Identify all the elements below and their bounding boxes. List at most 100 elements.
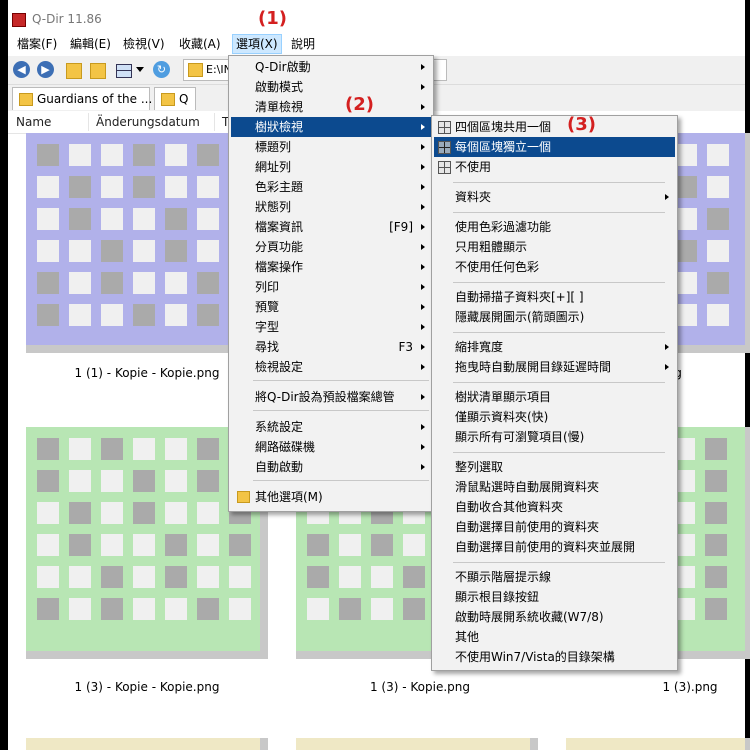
submenu-item-root-button[interactable]: 顯示根目錄按鈕 [434, 587, 675, 607]
thumbnail-cell [707, 240, 729, 262]
menu-item-title-bar[interactable]: 標題列 [231, 137, 431, 157]
submenu-item-color-filter[interactable]: 使用色彩過濾功能 [434, 217, 675, 237]
submenu-item-auto-select-current[interactable]: 自動選擇目前使用的資料夾 [434, 517, 675, 537]
menu-edit[interactable]: 編輯(E) [67, 35, 114, 53]
menu-item-view-settings[interactable]: 檢視設定 [231, 357, 431, 377]
thumbnail-cell [165, 502, 187, 524]
thumbnail-cell [197, 438, 219, 460]
menu-item-list-view[interactable]: 清單檢視 [231, 97, 431, 117]
submenu-item-no-win7-structure[interactable]: 不使用Win7/Vista的目錄架構 [434, 647, 675, 667]
menu-item-find[interactable]: 尋找 F3 [231, 337, 431, 357]
submenu-item-folders[interactable]: 資料夾 [434, 187, 675, 207]
thumbnail-cell [165, 598, 187, 620]
menu-item-font[interactable]: 字型 [231, 317, 431, 337]
submenu-item-folders-only[interactable]: 僅顯示資料夾(快) [434, 407, 675, 427]
file-label[interactable]: 1 (3) - Kopie.png [303, 680, 537, 694]
thumbnail-cell [197, 176, 219, 198]
menu-separator [453, 282, 665, 283]
title-bar: Q-Dir 11.86 [8, 8, 745, 32]
thumbnail-cell [371, 534, 393, 556]
thumbnail-cell [101, 470, 123, 492]
thumbnail-cell [69, 240, 91, 262]
view-mode-icon[interactable] [116, 64, 132, 78]
thumbnail-cell [229, 598, 251, 620]
submenu-item-no-hierarchy-lines[interactable]: 不顯示階層提示線 [434, 567, 675, 587]
thumbnail-cell [403, 534, 425, 556]
column-separator[interactable] [88, 113, 89, 131]
thumbnail-tan-1[interactable] [26, 738, 268, 750]
thumbnail-cell [101, 144, 123, 166]
menu-item-file-info[interactable]: 檔案資訊 [F9] [231, 217, 431, 237]
submenu-item-tree-items[interactable]: 樹狀清單顯示項目 [434, 387, 675, 407]
menu-options[interactable]: 選項(X) [232, 34, 282, 54]
menu-item-startup-mode[interactable]: 啟動模式 [231, 77, 431, 97]
submenu-item-expand-favorites[interactable]: 啟動時展開系統收藏(W7/8) [434, 607, 675, 627]
menu-item-preview[interactable]: 預覽 [231, 297, 431, 317]
submenu-item-auto-select-expand[interactable]: 自動選擇目前使用的資料夾並展開 [434, 537, 675, 557]
menu-item-tab-functions[interactable]: 分頁功能 [231, 237, 431, 257]
tab-guardians[interactable]: Guardians of the ... [12, 87, 152, 110]
thumbnail-cell [101, 502, 123, 524]
column-modified[interactable]: Änderungsdatum [96, 115, 200, 129]
thumbnail-cell [165, 534, 187, 556]
thumbnail-cell [165, 272, 187, 294]
column-separator[interactable] [214, 113, 215, 131]
back-icon[interactable]: ◀ [13, 61, 30, 78]
menu-favorites[interactable]: 收藏(A) [176, 35, 224, 53]
thumbnail-tan-3[interactable] [566, 738, 750, 750]
submenu-item-no-color[interactable]: 不使用任何色彩 [434, 257, 675, 277]
submenu-item-drag-expand-delay[interactable]: 拖曳時自動展開目錄延遲時間 [434, 357, 675, 377]
submenu-item-no-tree[interactable]: 不使用 [434, 157, 675, 177]
thumbnail-cell [37, 534, 59, 556]
file-label[interactable]: 1 (3).png [573, 680, 750, 694]
folder-up-icon[interactable] [66, 63, 82, 79]
submenu-item-scan-subfolders[interactable]: 自動掃描子資料夾[+][ ] [434, 287, 675, 307]
column-name[interactable]: Name [16, 115, 51, 129]
menu-item-color-theme[interactable]: 色彩主題 [231, 177, 431, 197]
thumbnail-cell [705, 534, 727, 556]
menu-item-default-explorer[interactable]: 將Q-Dir設為預設檔案總管 [231, 387, 431, 407]
thumbnail-cell [133, 566, 155, 588]
thumbnail-cell [37, 272, 59, 294]
menu-separator [453, 452, 665, 453]
submenu-item-other[interactable]: 其他 [434, 627, 675, 647]
menu-item-network-drive[interactable]: 網路磁碟機 [231, 437, 431, 457]
menu-item-system-settings[interactable]: 系統設定 [231, 417, 431, 437]
submenu-item-shared-tree[interactable]: 四個區塊共用一個 [434, 117, 675, 137]
menu-item-qdir-startup[interactable]: Q-Dir啟動 [231, 57, 431, 77]
menu-item-status-bar[interactable]: 狀態列 [231, 197, 431, 217]
submenu-item-independent-tree[interactable]: 每個區塊獨立一個 [434, 137, 675, 157]
thumbnail-cell [675, 304, 697, 326]
thumbnail-tan-2[interactable] [296, 738, 538, 750]
submenu-item-indent-width[interactable]: 縮排寬度 [434, 337, 675, 357]
thumbnail-cell [403, 598, 425, 620]
new-folder-icon[interactable] [90, 63, 106, 79]
menu-view[interactable]: 檢視(V) [120, 35, 168, 53]
menu-item-auto-start[interactable]: 自動啟動 [231, 457, 431, 477]
submenu-item-auto-collapse[interactable]: 自動收合其他資料夾 [434, 497, 675, 517]
menu-item-address-bar[interactable]: 網址列 [231, 157, 431, 177]
submenu-item-bold-only[interactable]: 只用粗體顯示 [434, 237, 675, 257]
chevron-down-icon[interactable] [136, 67, 144, 72]
file-label[interactable]: 1 (3) - Kopie - Kopie.png [30, 680, 264, 694]
submenu-item-hide-expand-icon[interactable]: 隱藏展開圖示(箭頭圖示) [434, 307, 675, 327]
menu-item-print[interactable]: 列印 [231, 277, 431, 297]
forward-icon[interactable]: ▶ [37, 61, 54, 78]
app-title: Q-Dir 11.86 [32, 12, 102, 26]
menu-file[interactable]: 檔案(F) [14, 35, 60, 53]
menu-help[interactable]: 說明 [288, 35, 318, 53]
menu-item-file-operations[interactable]: 檔案操作 [231, 257, 431, 277]
menu-item-other-options[interactable]: 其他選項(M) [231, 487, 431, 507]
tab-q[interactable]: Q [154, 87, 196, 110]
grid-icon [438, 161, 451, 174]
thumbnail-cell [101, 438, 123, 460]
submenu-item-full-row-select[interactable]: 整列選取 [434, 457, 675, 477]
thumbnail-cell [165, 144, 187, 166]
menu-item-tree-view[interactable]: 樹狀檢視 [231, 117, 431, 137]
menu-separator [253, 380, 429, 381]
submenu-item-all-browsable[interactable]: 顯示所有可瀏覽項目(慢) [434, 427, 675, 447]
submenu-item-click-expand[interactable]: 滑鼠點選時自動展開資料夾 [434, 477, 675, 497]
thumbnail-cell [101, 598, 123, 620]
thumbnail-cell [165, 208, 187, 230]
refresh-icon[interactable]: ↻ [153, 61, 170, 78]
